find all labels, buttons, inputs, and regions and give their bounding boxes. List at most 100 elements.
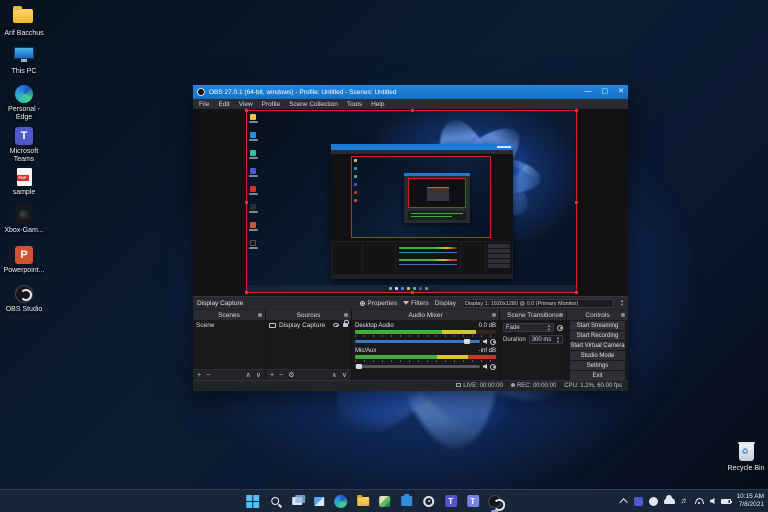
scenes-title: Scenes [218,311,240,319]
visibility-icon[interactable] [333,323,339,327]
desktop-icon-pdf[interactable]: PDF sample [1,167,47,197]
hidden-icons-chevron[interactable] [618,498,628,507]
menu-help[interactable]: Help [371,101,384,108]
close-button[interactable]: ✕ [618,85,624,99]
exit-button[interactable]: Exit [570,371,625,380]
mic-icon[interactable]: ♬ [681,496,689,506]
search-button[interactable] [267,494,282,509]
tray-app-icon[interactable] [648,496,658,506]
settings-gear-icon [423,495,435,507]
icon-label: Arif Bacchus [4,30,44,37]
source-down-button[interactable]: ∨ [342,371,347,379]
desktop: Arif Bacchus This PC Personal - Edge T M… [0,0,768,512]
add-scene-button[interactable]: + [197,372,201,379]
controls-panel: Controls Start Streaming Start Recording… [567,310,628,380]
mixer-channel-mic-aux: Mic/Aux -inf dB [355,347,496,370]
display-capture-source[interactable] [245,109,578,294]
volume-icon[interactable] [709,498,715,504]
tray-teams-icon[interactable] [633,496,643,506]
taskbar-settings[interactable] [421,494,436,509]
controls-title: Controls [585,311,610,319]
icon-label: Recycle Bin [727,465,765,472]
obs-statusbar: LIVE: 00:00:00 REC: 00:00:00 CPU: 1.2%, … [193,380,628,391]
obs-icon [488,494,506,511]
channel-settings-icon[interactable] [490,338,496,345]
pin-icon[interactable] [258,313,262,317]
source-toolbar: Display Capture Properties Filters Displ… [193,296,628,309]
pin-icon[interactable] [492,313,496,317]
start-button[interactable] [245,494,260,509]
speaker-icon[interactable] [483,339,487,344]
start-virtual-camera-button[interactable]: Start Virtual Camera [570,341,625,350]
taskbar-store[interactable] [399,494,414,509]
menu-tools[interactable]: Tools [347,101,362,108]
add-source-button[interactable]: + [270,372,274,379]
mixer-channel-desktop-audio: Desktop Audio 0.0 dB [355,322,496,345]
desktop-icon-folder[interactable]: Arif Bacchus [1,5,47,38]
duration-spinner[interactable]: 300 ms ▲ ▼ [528,335,563,344]
menu-edit[interactable]: Edit [218,101,229,108]
transition-settings-icon[interactable] [557,324,563,331]
pin-icon[interactable] [559,313,563,317]
remove-scene-button[interactable]: − [206,372,210,379]
scene-list-item[interactable]: Scene [193,320,265,330]
settings-button[interactable]: Settings [570,361,625,370]
wifi-icon[interactable] [694,498,704,504]
menu-profile[interactable]: Profile [262,101,280,108]
battery-icon[interactable] [720,498,732,504]
source-properties-button[interactable]: ⚙ [288,371,294,379]
start-recording-button[interactable]: Start Recording [570,331,625,340]
maximize-button[interactable]: ▢ [602,85,609,99]
desktop-icon-obs[interactable]: OBS Studio [1,284,47,314]
taskbar-photos[interactable] [377,494,392,509]
volume-slider[interactable] [355,339,480,344]
speaker-icon[interactable] [483,364,487,369]
lock-icon[interactable] [343,320,349,327]
taskbar-teams[interactable]: T [443,494,458,509]
taskbar-file-explorer[interactable] [355,494,370,509]
widgets-button[interactable] [311,494,326,509]
display-capture-icon [269,322,276,328]
monitor-icon [14,47,34,62]
desktop-icon-powerpoint[interactable]: P Powerpoint... [1,245,47,275]
task-view-button[interactable] [289,494,305,509]
menu-file[interactable]: File [199,101,209,108]
pin-icon[interactable] [621,313,625,317]
desktop-icon-xbox[interactable]: Xbox-Gam... [1,205,47,235]
photos-icon [379,495,391,507]
display-select[interactable]: Display 1: 1920x1280 @ 0,0 (Primary Moni… [462,298,615,308]
start-streaming-button[interactable]: Start Streaming [570,321,625,330]
preview-canvas[interactable] [193,109,628,296]
channel-settings-icon[interactable] [490,363,496,370]
taskbar-teams-chat[interactable]: T [465,494,480,509]
onedrive-icon[interactable] [663,495,675,504]
volume-slider[interactable] [355,364,480,369]
filters-icon [403,301,410,305]
properties-button[interactable]: Properties [360,300,397,307]
obs-titlebar[interactable]: OBS 27.0.1 (64-bit, windows) - Profile: … [193,85,628,99]
scene-down-button[interactable]: ∨ [256,371,261,379]
desktop-icon-recycle-bin[interactable]: Recycle Bin [723,442,768,473]
pin-icon[interactable] [344,313,348,317]
display-select-arrows[interactable]: ▲ ▼ [620,299,624,307]
menu-view[interactable]: View [239,101,253,108]
task-view-icon [291,495,305,505]
sources-panel: Sources Display Capture + − ⚙ ∧ ∨ [266,310,351,380]
taskbar-edge[interactable] [333,494,348,509]
desktop-icon-this-pc[interactable]: This PC [1,44,47,76]
menu-scene-collection[interactable]: Scene Collection [289,101,338,108]
studio-mode-button[interactable]: Studio Mode [570,351,625,360]
captured-obs-window-level2 [404,173,470,223]
taskbar-clock[interactable]: 10:15 AM 7/8/2021 [737,493,764,509]
minimize-button[interactable]: — [585,85,592,99]
source-list-item[interactable]: Display Capture [266,320,351,330]
taskbar-obs[interactable] [487,494,506,512]
desktop-icon-teams[interactable]: T Microsoft Teams [1,126,47,164]
source-up-button[interactable]: ∧ [332,371,337,379]
properties-icon [360,300,366,306]
remove-source-button[interactable]: − [279,372,283,379]
transition-select[interactable]: Fade ▲ ▼ [503,323,554,332]
desktop-icon-edge[interactable]: Personal - Edge [1,84,47,122]
filters-button[interactable]: Filters [403,300,429,307]
scene-up-button[interactable]: ∧ [246,371,251,379]
